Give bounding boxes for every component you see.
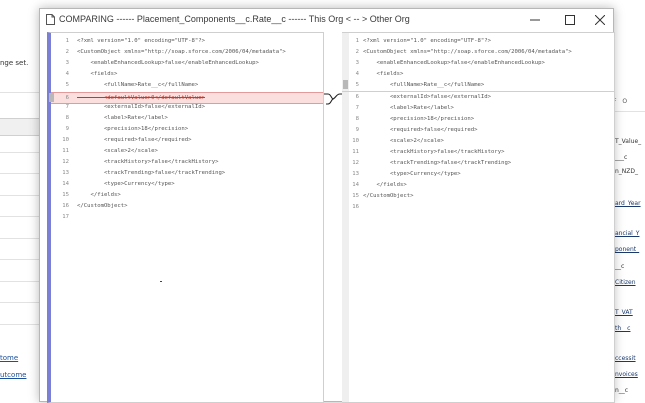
document-icon [46,14,55,25]
background-cell[interactable]: T_VAT [615,309,633,316]
divider [0,152,40,153]
diff-connector-icon [324,93,342,105]
compare-window: COMPARING ------ Placement_Components__c… [39,8,615,403]
background-cell: ___c [615,154,628,161]
divider [0,216,40,217]
close-button[interactable] [584,10,616,30]
code-line: 10 <scale>2</scale> [352,138,444,144]
background-link[interactable]: tome [0,354,18,362]
code-line: 13 <type>Currency</type> [352,171,461,177]
background-link[interactable]: utcome [0,371,26,379]
background-app-right: F O T_Value_ ___c n_NZD_ ard_Year ancial… [613,0,645,402]
window-title: COMPARING ------ Placement_Components__c… [59,14,410,24]
code-line: 1 <?xml version="1.0" encoding="UTF-8"?> [65,38,205,44]
window-titlebar[interactable]: COMPARING ------ Placement_Components__c… [40,9,613,31]
code-line: 9 <precision>18</precision> [65,126,189,132]
close-icon [595,15,605,25]
code-line: 12 <trackHistory>false</trackHistory> [62,159,219,165]
code-line: 8 <label>Rate</label> [65,115,168,121]
background-cell: T_Value_ [615,138,642,145]
code-line: 14 <type>Currency</type> [62,181,175,187]
code-line: 7 <label>Rate</label> [355,105,454,111]
divider [0,238,40,239]
divider [0,195,40,196]
code-line: 15 </fields> [62,192,121,198]
background-cell[interactable]: th__c [615,325,630,332]
code-line: 13 <trackTrending>false</trackTrending> [62,170,226,176]
divider [613,111,645,112]
background-cell: n__c [615,387,629,394]
code-line: 10 <required>false</required> [62,137,192,143]
code-line: 2 <CustomObject xmlns="http://soap.sforce… [65,49,286,55]
background-cell[interactable]: ponent_ [615,246,639,253]
diff-marker-left[interactable] [49,93,54,102]
background-cell: __c [615,263,625,270]
code-line: 7 <externalId>false</externalId> [65,104,205,110]
code-line: 12 <trackTrending>false</trackTrending> [352,160,512,166]
background-cell: n_NZD_ [615,168,639,175]
code-line: 16 [352,204,359,210]
code-line: 3 <enableEnhancedLookup>false</enableEnh… [355,60,545,66]
background-text: nge set. [0,59,29,67]
background-cell[interactable]: nvoices [615,371,638,378]
left-code-pane[interactable]: 1 <?xml version="1.0" encoding="UTF-8"?> … [47,32,324,403]
divider [0,259,40,260]
divider [0,324,40,325]
background-column-header: F O [613,98,630,105]
code-line: 4 <fields> [65,71,118,77]
divider [0,173,40,174]
maximize-icon [565,15,575,25]
code-line: 5 <fullName>Rate__c</fullName> [342,80,614,92]
divider [0,92,40,93]
background-cell[interactable]: ard_Year [615,200,641,207]
minimize-icon [530,19,540,21]
code-line: 6 <externalId>false</externalId> [355,94,491,100]
code-line: 4 <fields> [355,71,404,77]
maximize-button[interactable] [554,10,586,30]
code-line: 15 </CustomObject> [352,193,414,199]
code-line: 17 [62,214,69,220]
code-line: 2 <CustomObject xmlns="http://soap.sforce… [355,49,572,55]
stray-mark [160,281,162,282]
background-app-left: nge set. tome utcome [0,0,40,402]
diff-marker-right[interactable] [343,80,348,89]
code-line: 16 </CustomObject> [62,203,128,209]
code-line: 5 <fullName>Rate__c</fullName> [65,82,199,88]
divider [0,302,40,303]
code-line: 11 <trackHistory>false</trackHistory> [352,149,505,155]
code-line: 8 <precision>18</precision> [355,116,475,122]
background-cell[interactable]: ccessit [615,355,636,362]
code-line: 3 <enableEnhancedLookup>false</enableEnh… [65,60,259,66]
background-table-header [0,118,40,136]
background-cell[interactable]: ancial_Y [615,230,639,237]
background-cell[interactable]: Citizen [615,279,636,286]
code-line: 11 <scale>2</scale> [62,148,158,154]
minimize-button[interactable] [519,10,551,30]
code-line: 1 <?xml version="1.0" encoding="UTF-8"?> [355,38,491,44]
right-code-pane[interactable]: 1 <?xml version="1.0" encoding="UTF-8"?> … [342,32,615,403]
code-line: 14 </fields> [352,182,407,188]
code-line: 9 <required>false</required> [355,127,478,133]
divider [0,281,40,282]
